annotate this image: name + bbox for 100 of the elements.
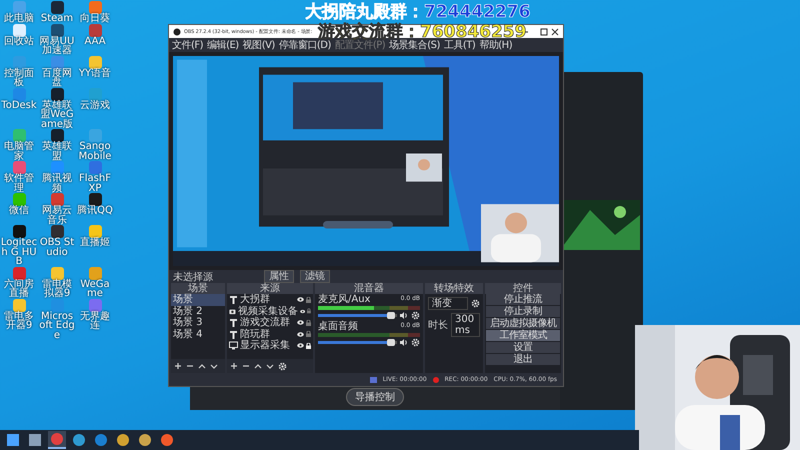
shortcut-label[interactable]: 雷电多开器9 xyxy=(0,312,38,330)
shortcut-label[interactable]: 英雄联盟WeGame版 xyxy=(38,100,76,129)
panel-title: 混音器 xyxy=(315,283,423,294)
eye-icon[interactable] xyxy=(297,332,304,337)
eye-icon[interactable] xyxy=(297,297,304,302)
monitor-icon xyxy=(229,341,238,350)
gear-icon[interactable] xyxy=(411,311,420,320)
source-item[interactable]: 游戏交流群 xyxy=(240,317,295,328)
menu-item[interactable]: 帮助(H) xyxy=(478,38,514,52)
shortcut-label[interactable]: OBS Studio xyxy=(38,238,76,257)
app-shortcut-icon[interactable] xyxy=(88,193,102,206)
shortcut-label[interactable]: Logitech G HUB xyxy=(0,238,38,266)
source-item[interactable]: 显示器采集 xyxy=(240,340,295,352)
maximize-icon[interactable] xyxy=(540,28,548,36)
source-item[interactable]: 陪玩群 xyxy=(240,328,295,340)
shortcut-label[interactable]: 六间房直播 xyxy=(0,280,38,298)
shortcut-label[interactable]: 此电脑 xyxy=(4,14,34,24)
app-shortcut-icon[interactable] xyxy=(50,24,64,36)
scene-item[interactable]: 场景 2 xyxy=(171,306,225,317)
taskbar-app-icon[interactable] xyxy=(158,431,176,449)
app-shortcut-icon[interactable] xyxy=(12,225,26,238)
shortcut-label[interactable]: 向日葵 xyxy=(80,14,110,24)
control-button[interactable]: 停止录制 xyxy=(486,306,560,317)
filters-button[interactable]: 滤镜 xyxy=(300,270,330,283)
gear-icon[interactable] xyxy=(278,362,287,370)
menu-item[interactable]: 停靠窗口(D) xyxy=(278,38,332,52)
volume-slider[interactable] xyxy=(318,314,397,317)
taskbar-app-icon[interactable] xyxy=(4,431,22,449)
taskbar-app-icon[interactable] xyxy=(26,431,44,449)
control-button[interactable]: 停止推流 xyxy=(486,294,560,305)
shortcut-label[interactable]: 软件管理 xyxy=(0,174,38,193)
add-icon[interactable] xyxy=(230,362,238,370)
shortcut-label[interactable]: 网易云音乐 xyxy=(38,206,76,225)
control-button[interactable]: 退出 xyxy=(486,354,560,365)
shortcut-label[interactable]: 腾讯视频 xyxy=(38,174,76,193)
panel-title: 场景 xyxy=(171,283,225,294)
shortcut-label[interactable]: 网易UU加速器 xyxy=(38,36,76,56)
shortcut-label[interactable]: ToDesk xyxy=(1,100,37,110)
shortcut-label[interactable]: 无界趣连 xyxy=(76,312,114,330)
eye-icon[interactable] xyxy=(300,308,306,314)
properties-button[interactable]: 属性 xyxy=(264,270,294,283)
app-shortcut-icon[interactable] xyxy=(50,88,64,100)
camera-icon xyxy=(229,306,236,316)
shortcut-label[interactable]: Steam xyxy=(40,14,74,24)
control-button[interactable]: 启动虚拟摄像机 xyxy=(486,318,560,329)
text-source-icon xyxy=(229,295,238,304)
source-item[interactable]: 视频采集设备 xyxy=(238,306,298,317)
menu-item[interactable]: 场景集合(S) xyxy=(388,38,441,52)
close-icon[interactable] xyxy=(551,28,559,36)
padlock-icon[interactable] xyxy=(306,342,311,349)
shortcut-label[interactable]: AAA xyxy=(84,36,106,46)
app-shortcut-icon[interactable] xyxy=(50,225,64,238)
app-shortcut-icon[interactable] xyxy=(50,193,64,206)
menu-item[interactable]: 文件(F) xyxy=(171,38,204,52)
gear-icon[interactable] xyxy=(471,299,480,308)
menu-item[interactable]: 视图(V) xyxy=(242,38,276,52)
eye-icon[interactable] xyxy=(297,320,304,326)
eye-icon[interactable] xyxy=(297,343,304,348)
shortcut-label[interactable]: WeGame xyxy=(76,280,114,298)
duration-field[interactable]: 300 ms xyxy=(451,313,480,337)
duration-label: 时长 xyxy=(428,318,448,332)
menu-item[interactable]: 工具(T) xyxy=(442,38,476,52)
taskbar-app-icon[interactable] xyxy=(136,431,154,449)
control-button[interactable]: 工作室模式 xyxy=(486,330,560,341)
taskbar-app-icon[interactable] xyxy=(48,431,66,449)
shortcut-label[interactable]: 微信 xyxy=(9,206,29,216)
gear-icon[interactable] xyxy=(411,338,420,347)
shortcut-label[interactable]: 回收站 xyxy=(4,36,34,46)
speaker-icon[interactable] xyxy=(400,312,408,319)
taskbar-app-icon[interactable] xyxy=(92,431,110,449)
source-item[interactable]: 大拐群 xyxy=(240,294,295,306)
speaker-icon[interactable] xyxy=(400,339,408,346)
shortcut-label[interactable]: Microsoft Edge xyxy=(38,312,76,340)
app-shortcut-icon[interactable] xyxy=(50,1,64,14)
app-shortcut-icon[interactable] xyxy=(50,129,64,142)
volume-slider[interactable] xyxy=(318,341,397,344)
scene-item[interactable]: 场景 3 xyxy=(171,317,225,328)
add-icon[interactable] xyxy=(174,362,182,370)
shortcut-label[interactable]: YY语音 xyxy=(78,68,112,78)
live-icon xyxy=(370,376,377,382)
shortcut-label[interactable]: 雷电模拟器9 xyxy=(38,280,76,298)
shortcut-label[interactable]: FlashFXP xyxy=(76,174,114,193)
transition-select[interactable]: 渐变 xyxy=(428,297,468,310)
control-button[interactable]: 设置 xyxy=(486,342,560,353)
shortcut-label[interactable]: 控制面板 xyxy=(0,68,38,88)
menu-item[interactable]: 编辑(E) xyxy=(206,38,240,52)
shortcut-label[interactable]: SangoMobile xyxy=(76,142,114,161)
scene-item[interactable]: 场景 xyxy=(171,294,225,306)
shortcut-label[interactable]: 腾讯QQ xyxy=(77,206,113,216)
shortcut-label[interactable]: 直播姬 xyxy=(80,238,110,248)
shortcut-label[interactable]: 云游戏 xyxy=(80,100,110,110)
taskbar-app-icon[interactable] xyxy=(70,431,88,449)
shortcut-label[interactable]: 百度网盘 xyxy=(38,68,76,88)
director-control-button[interactable]: 导播控制 xyxy=(346,388,404,406)
text-source-icon xyxy=(229,330,238,339)
shortcut-label[interactable]: 英雄联盟 xyxy=(38,142,76,161)
shortcut-label[interactable]: 电脑管家 xyxy=(0,142,38,161)
scene-item[interactable]: 场景 4 xyxy=(171,328,225,340)
taskbar-app-icon[interactable] xyxy=(114,431,132,449)
panel-title: 控件 xyxy=(485,283,561,294)
